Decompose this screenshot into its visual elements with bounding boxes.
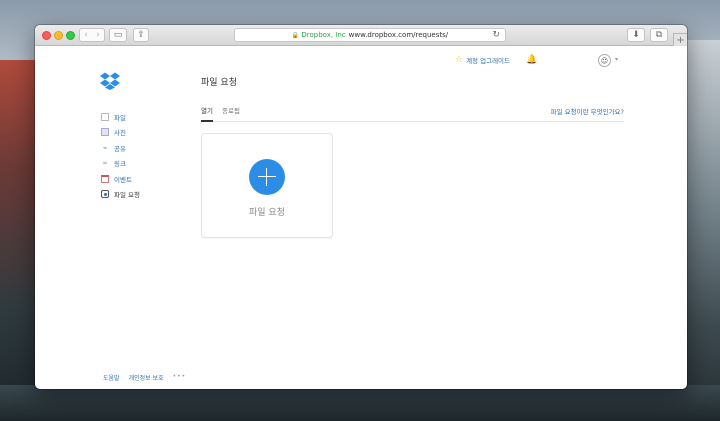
desktop-wallpaper-left bbox=[0, 60, 40, 421]
sidebar-item-label: 공유 bbox=[114, 144, 126, 153]
page-title: 파일 요청 bbox=[201, 78, 237, 88]
star-icon: ☆ bbox=[455, 55, 464, 65]
new-tab-button[interactable]: + bbox=[673, 33, 687, 46]
sidebar-item-photos[interactable]: 사진 bbox=[101, 125, 140, 141]
download-icon: ⬇ bbox=[632, 29, 640, 40]
window-maximize-button[interactable] bbox=[66, 31, 75, 40]
downloads-button[interactable]: ⬇ bbox=[627, 28, 645, 42]
sidebar-item-sharing[interactable]: ⌁ 공유 bbox=[101, 140, 140, 156]
sidebar-item-file-requests[interactable]: 파일 요청 bbox=[101, 187, 140, 203]
url-organization: Dropbox, Inc bbox=[301, 31, 346, 39]
avatar[interactable]: ☺ bbox=[598, 54, 611, 67]
request-tabs: 열기 종료됨 파일 요청이란 무엇인가요? bbox=[201, 106, 624, 122]
privacy-link[interactable]: 개인정보 보호 bbox=[129, 373, 164, 382]
back-forward-buttons: ‹ › bbox=[79, 28, 105, 42]
notification-bell-icon[interactable]: 🔔 bbox=[526, 55, 537, 65]
what-is-file-request-link[interactable]: 파일 요청이란 무엇인가요? bbox=[551, 106, 624, 116]
tab-closed[interactable]: 종료됨 bbox=[222, 106, 240, 122]
upgrade-account-link[interactable]: ☆ 계정 업그레이드 bbox=[455, 55, 510, 65]
card-label: 파일 요청 bbox=[249, 208, 285, 218]
chevron-down-icon[interactable]: ▾ bbox=[615, 56, 618, 63]
sidebar-item-events[interactable]: 이벤트 bbox=[101, 171, 140, 187]
sidebar-item-label: 사진 bbox=[114, 129, 126, 138]
url-text: www.dropbox.com/requests/ bbox=[348, 31, 449, 39]
footer: 도움말 개인정보 보호 ••• bbox=[103, 373, 186, 382]
tabs-icon: ⧉ bbox=[655, 29, 663, 40]
file-request-icon bbox=[101, 190, 109, 199]
desktop-wallpaper-bottom bbox=[0, 385, 720, 421]
more-menu-icon[interactable]: ••• bbox=[173, 373, 187, 382]
window-minimize-button[interactable] bbox=[54, 31, 63, 40]
help-link[interactable]: 도움말 bbox=[103, 373, 120, 382]
share-folder-icon: ⌁ bbox=[102, 143, 108, 152]
new-file-request-card[interactable]: 파일 요청 bbox=[201, 133, 333, 238]
share-icon: ⇪ bbox=[137, 29, 145, 40]
tab-open[interactable]: 열기 bbox=[201, 106, 213, 122]
link-icon: ∞ bbox=[102, 159, 108, 168]
lock-icon: 🔒 bbox=[291, 31, 300, 39]
sidebar-item-label: 이벤트 bbox=[114, 175, 132, 184]
calendar-icon bbox=[101, 174, 109, 183]
photo-icon bbox=[101, 128, 109, 137]
tab-overview-button[interactable]: ⧉ bbox=[650, 28, 668, 42]
sidebar-item-label: 링크 bbox=[114, 160, 126, 169]
address-bar[interactable]: 🔒 Dropbox, Inc www.dropbox.com/requests/… bbox=[234, 28, 506, 42]
browser-window: ‹ › ▭ ⇪ 🔒 Dropbox, Inc www.dropbox.com/r… bbox=[35, 25, 687, 389]
window-close-button[interactable] bbox=[42, 31, 51, 40]
file-icon bbox=[101, 112, 109, 121]
sidebar-toggle-button[interactable]: ▭ bbox=[109, 28, 127, 42]
sidebar-item-label: 파일 bbox=[114, 113, 126, 122]
back-arrow-icon[interactable]: ‹ bbox=[80, 30, 92, 40]
dropbox-logo-icon[interactable] bbox=[100, 72, 120, 90]
forward-arrow-icon[interactable]: › bbox=[92, 30, 104, 40]
sidebar-icon: ▭ bbox=[113, 29, 123, 40]
browser-toolbar: ‹ › ▭ ⇪ 🔒 Dropbox, Inc www.dropbox.com/r… bbox=[35, 25, 687, 46]
plus-icon[interactable] bbox=[249, 159, 285, 195]
share-button[interactable]: ⇪ bbox=[133, 28, 149, 42]
sidebar-item-label: 파일 요청 bbox=[114, 191, 140, 200]
sidebar-nav: 파일 사진 ⌁ 공유 ∞ 링크 이벤트 파일 요청 bbox=[101, 109, 140, 202]
upgrade-label: 계정 업그레이드 bbox=[466, 57, 511, 65]
reload-icon[interactable]: ↻ bbox=[492, 30, 500, 40]
sidebar-item-files[interactable]: 파일 bbox=[101, 109, 140, 125]
sidebar-item-links[interactable]: ∞ 링크 bbox=[101, 156, 140, 172]
